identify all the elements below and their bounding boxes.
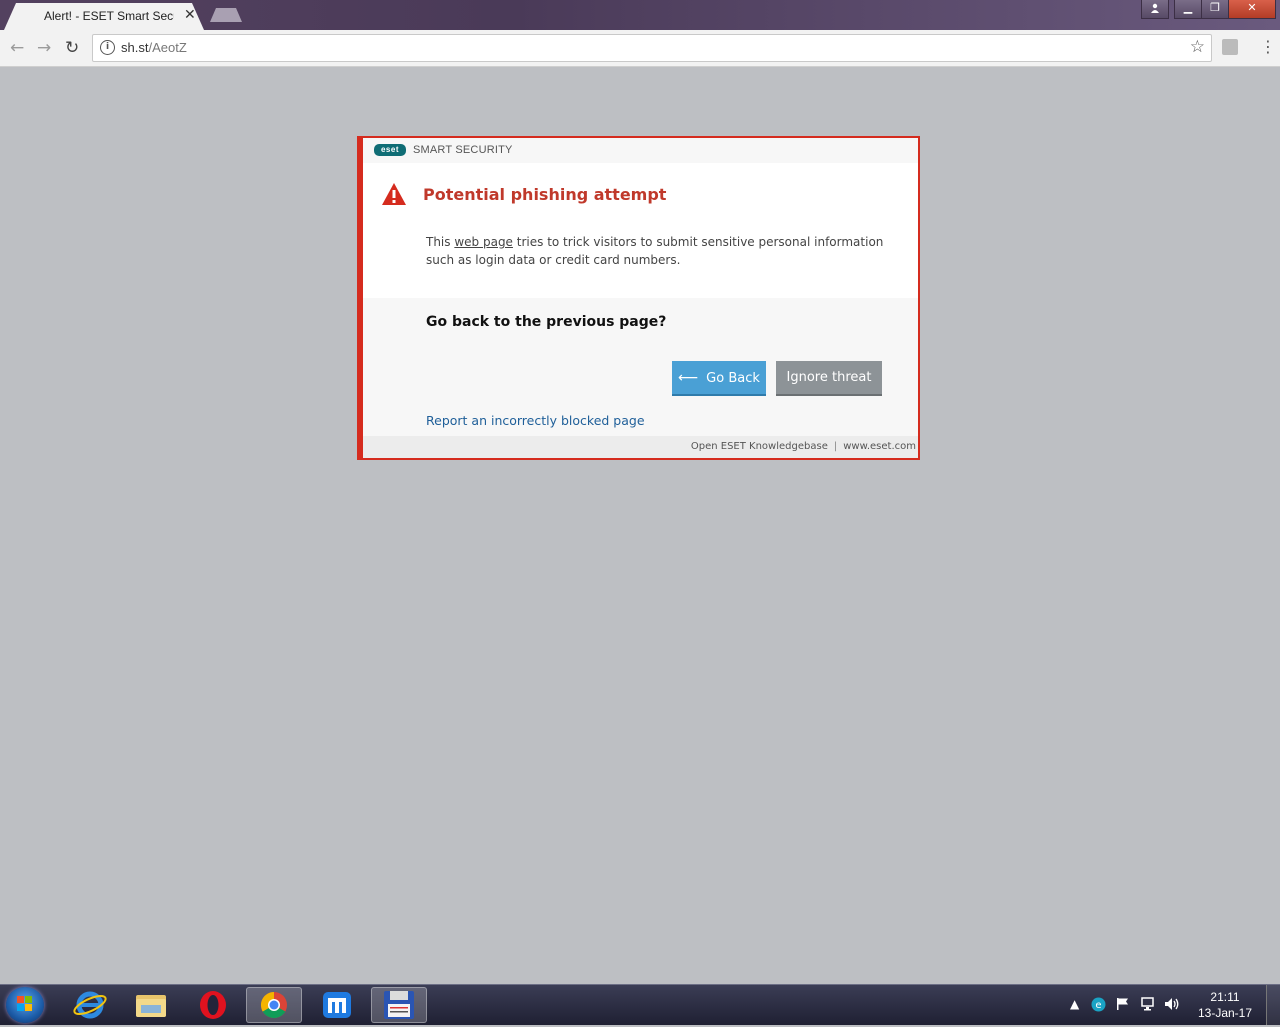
back-arrow-icon[interactable]: ← [10,38,24,58]
taskbar-maxthon[interactable] [309,987,365,1023]
footer-separator: | [833,441,838,452]
left-arrow-icon: ⟵ [678,369,699,386]
profile-button[interactable] [1141,0,1169,19]
opera-icon [200,991,226,1019]
forward-arrow-icon[interactable]: → [37,38,51,58]
eset-alert-dialog: eset SMART SECURITY Potential phishing a… [357,136,920,460]
taskbar-file-explorer[interactable] [123,987,179,1023]
footer-links: Open ESET Knowledgebase | www.eset.com [691,441,916,452]
url-path: /AeotZ [148,40,187,55]
warning-triangle-icon [382,183,406,205]
extension-icon[interactable] [1222,39,1238,55]
info-icon[interactable]: i [100,40,115,55]
message-text-before: This [426,235,455,249]
browser-toolbar: ← → ↻ i sh.st/AeotZ ☆ [0,30,1280,67]
dialog-question: Go back to the previous page? [426,314,667,330]
file-explorer-icon [136,995,166,1017]
eset-logo: eset [374,144,406,156]
eset-website-link[interactable]: www.eset.com [843,441,916,452]
network-icon[interactable] [1140,997,1155,1011]
web-page-link[interactable]: web page [454,235,513,249]
browser-tab-strip: Alert! - ESET Smart Secur ✕ ▁ ❐ ✕ [0,0,1280,30]
tray-expand-icon[interactable]: ▲ [1070,997,1079,1011]
new-tab-button[interactable] [210,8,242,22]
url-host: sh.st [121,40,149,55]
kebab-menu-icon[interactable]: ⋮ [1260,37,1276,56]
restore-button[interactable]: ❐ [1201,0,1229,19]
dialog-message: This web page tries to trick visitors to… [426,233,896,269]
dialog-header: eset SMART SECURITY [363,138,918,163]
windows-logo-icon [17,996,33,1012]
window-close-button[interactable]: ✕ [1228,0,1276,19]
internet-explorer-icon [73,991,107,1019]
report-blocked-page-link[interactable]: Report an incorrectly blocked page [426,413,645,428]
bookmark-star-icon[interactable]: ☆ [1190,37,1205,57]
reload-icon[interactable]: ↻ [65,38,79,58]
dialog-title: Potential phishing attempt [423,185,667,204]
floppy-save-icon [384,991,414,1019]
windows-taskbar: ▲ e 21:11 13-Jan-17 [0,984,1280,1025]
go-back-label: Go Back [706,370,760,386]
chrome-icon [260,991,287,1019]
dialog-content: Potential phishing attempt This web page… [363,163,918,298]
dialog-footer: Open ESET Knowledgebase | www.eset.com [363,436,918,458]
minimize-icon: ▁ [1183,1,1193,14]
go-back-button[interactable]: ⟵ Go Back [672,361,766,396]
minimize-button[interactable]: ▁ [1174,0,1202,19]
clock-time: 21:11 [1210,990,1240,1004]
system-clock[interactable]: 21:11 13-Jan-17 [1196,989,1254,1021]
browser-tab[interactable]: Alert! - ESET Smart Secur ✕ [4,3,204,30]
user-icon [1151,3,1159,13]
taskbar-save-app[interactable] [371,987,427,1023]
volume-icon[interactable] [1164,997,1180,1011]
restore-icon: ❐ [1210,1,1220,14]
taskbar-opera[interactable] [185,987,241,1023]
address-bar[interactable]: i sh.st/AeotZ ☆ [92,34,1212,62]
tab-close-icon[interactable]: ✕ [184,7,196,23]
knowledgebase-link[interactable]: Open ESET Knowledgebase [691,441,828,452]
ignore-threat-button[interactable]: Ignore threat [776,361,882,396]
svg-text:e: e [1095,1000,1101,1011]
eset-tray-icon[interactable]: e [1091,997,1106,1012]
taskbar-chrome[interactable] [246,987,302,1023]
action-center-flag-icon[interactable] [1116,997,1130,1011]
close-icon: ✕ [1247,1,1257,14]
url-text[interactable]: sh.st/AeotZ [121,40,187,55]
tab-title: Alert! - ESET Smart Secur [44,9,174,23]
clock-date: 13-Jan-17 [1197,1006,1253,1020]
product-name: SMART SECURITY [413,144,513,156]
taskbar-internet-explorer[interactable] [62,987,118,1023]
start-button[interactable] [6,987,44,1023]
maxthon-icon [323,992,351,1018]
show-desktop-button[interactable] [1266,985,1280,1025]
